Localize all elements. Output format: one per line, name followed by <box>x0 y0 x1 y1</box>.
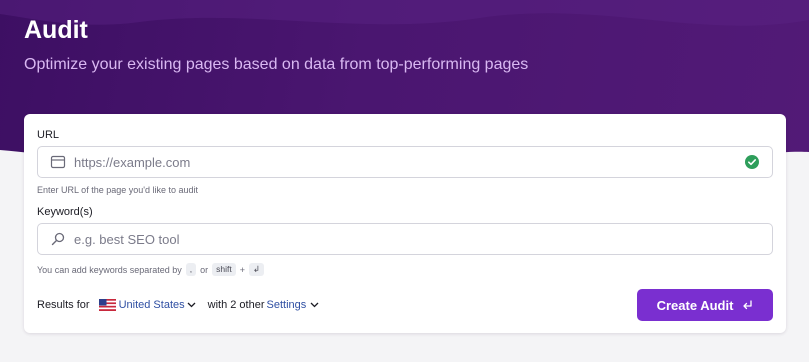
with-other-text: with 2 other <box>207 299 265 311</box>
us-flag-icon <box>98 299 116 311</box>
keywords-label: Keyword(s) <box>37 206 93 218</box>
valid-check-icon <box>745 155 759 169</box>
chevron-down-icon[interactable] <box>310 302 319 308</box>
results-for-text: Results for <box>37 299 90 311</box>
page-subtitle: Optimize your existing pages based on da… <box>24 56 529 73</box>
keywords-input-placeholder: e.g. best SEO tool <box>74 232 180 247</box>
settings-dropdown[interactable]: Settings <box>267 299 307 311</box>
keywords-hint-text: You can add keywords separated by <box>37 264 182 275</box>
audit-form-card: URL https://example.com Enter URL of the… <box>24 114 786 333</box>
search-icon <box>51 232 65 246</box>
page-title: Audit <box>24 16 88 44</box>
results-settings-row: Results for United States with 2 other S… <box>37 298 331 312</box>
country-dropdown[interactable]: United States <box>119 299 185 311</box>
hint-plus-text: + <box>239 264 246 275</box>
url-input[interactable]: https://example.com <box>37 146 773 178</box>
url-input-placeholder: https://example.com <box>74 155 191 170</box>
keywords-hint: You can add keywords separated by , or s… <box>37 263 265 276</box>
url-hint-text: Enter URL of the page you'd like to audi… <box>37 185 198 195</box>
shift-key-badge: shift <box>212 263 236 276</box>
create-audit-button[interactable]: Create Audit <box>637 289 773 321</box>
enter-key-badge: ↲ <box>249 263 265 276</box>
chevron-down-icon[interactable] <box>187 302 196 308</box>
url-label: URL <box>37 129 60 141</box>
keywords-input[interactable]: e.g. best SEO tool <box>37 223 773 255</box>
hint-or-text: or <box>200 264 209 275</box>
enter-arrow-icon <box>743 300 753 310</box>
url-hint: Enter URL of the page you'd like to audi… <box>37 185 198 195</box>
comma-key-badge: , <box>185 263 197 276</box>
browser-window-icon <box>50 155 66 169</box>
create-audit-label: Create Audit <box>656 297 734 313</box>
